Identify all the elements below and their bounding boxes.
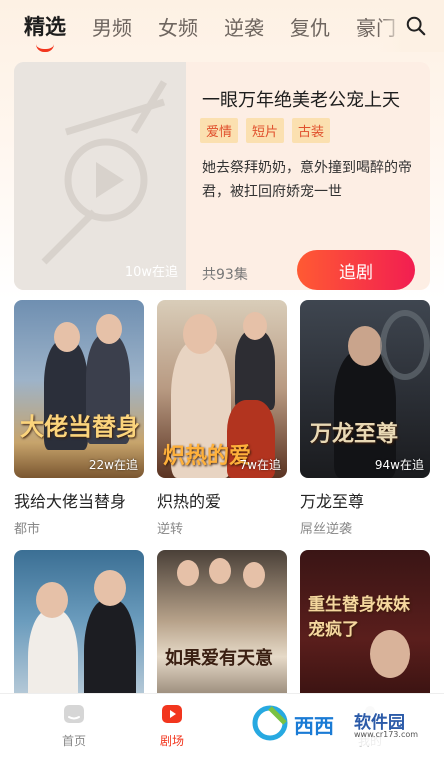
search-icon[interactable] <box>405 15 427 37</box>
genre-tags: 爱情 短片 古装 <box>200 118 338 143</box>
poster-figure <box>348 326 382 366</box>
tab-comeback[interactable]: 逆袭 <box>224 12 264 41</box>
nav-theater[interactable]: 剧场 <box>132 702 212 749</box>
poster-figure <box>177 560 199 586</box>
drama-poster[interactable]: 万龙至尊 94w在追 <box>300 300 430 478</box>
tab-featured[interactable]: 精选 <box>24 11 66 52</box>
tab-label: 逆袭 <box>224 15 264 40</box>
poster-title-art: 重生替身妹妹 宠疯了 <box>308 595 410 640</box>
poster-title-art: 大佬当替身 <box>20 413 140 441</box>
genre-tag: 爱情 <box>200 118 239 143</box>
site-watermark: 西西 软件园 www.cr173.com <box>246 700 426 746</box>
drama-category: 逆转 <box>157 522 184 537</box>
home-icon <box>64 705 84 723</box>
poster-title-art: 炽热的爱 <box>163 444 252 469</box>
drama-card[interactable]: 万龙至尊 94w在追 万龙至尊 屌丝逆袭 <box>300 300 430 537</box>
drama-card[interactable]: 炽热的爱 7w在追 炽热的爱 逆转 <box>157 300 287 537</box>
search-area <box>378 0 444 52</box>
poster-figure <box>36 582 68 618</box>
drama-card[interactable]: 大佬当替身 22w在追 我给大佬当替身 都市 <box>14 300 144 537</box>
poster-figure <box>54 322 80 352</box>
tab-label: 女频 <box>158 15 198 40</box>
poster-figure <box>209 558 231 584</box>
watermark-brand: 西西 <box>294 714 334 738</box>
drama-title: 炽热的爱 <box>157 492 222 511</box>
tab-male[interactable]: 男频 <box>92 12 132 41</box>
poster-title-art: 如果爱有天意 <box>165 648 273 669</box>
theater-icon <box>162 705 182 723</box>
dragon-art-icon <box>380 310 430 380</box>
poster-figure <box>183 314 217 354</box>
featured-title: 一眼万年绝美老公宠上天 <box>202 90 400 111</box>
watermark-url: www.cr173.com <box>354 730 419 739</box>
poster-title-art: 万龙至尊 <box>310 422 399 447</box>
drama-title: 万龙至尊 <box>300 492 365 511</box>
placeholder-logo-icon <box>14 62 186 290</box>
drama-category: 屌丝逆袭 <box>300 522 353 537</box>
poster-figure <box>243 312 267 340</box>
tab-label: 男频 <box>92 15 132 40</box>
follow-drama-button[interactable]: 追剧 <box>297 250 415 290</box>
poster-figure <box>94 570 126 606</box>
nav-label: 首页 <box>61 734 86 748</box>
tab-active-indicator <box>36 44 54 52</box>
featured-cover-placeholder[interactable]: 10w在追 <box>14 62 186 290</box>
drama-poster[interactable]: 大佬当替身 22w在追 <box>14 300 144 478</box>
tab-label: 复仇 <box>290 15 330 40</box>
poster-figure <box>243 562 265 588</box>
watch-count: 10w在追 <box>124 265 178 280</box>
nav-home[interactable]: 首页 <box>34 702 114 749</box>
tab-label: 精选 <box>24 15 66 39</box>
watermark-logo-icon <box>252 705 288 741</box>
drama-title: 我给大佬当替身 <box>14 492 127 511</box>
tab-female[interactable]: 女频 <box>158 12 198 41</box>
drama-poster[interactable]: 炽热的爱 7w在追 <box>157 300 287 478</box>
tab-revenge[interactable]: 复仇 <box>290 12 330 41</box>
genre-tag: 古装 <box>292 118 331 143</box>
featured-description: 她去祭拜奶奶，意外撞到喝醉的帝君，被扛回府娇宠一世 <box>202 160 412 200</box>
poster-figure <box>235 330 275 410</box>
genre-tag: 短片 <box>246 118 285 143</box>
watch-count: 7w在追 <box>239 458 281 472</box>
nav-label: 剧场 <box>159 734 184 748</box>
watch-count: 22w在追 <box>88 458 138 472</box>
poster-figure <box>96 314 122 344</box>
episode-count: 共93集 <box>202 267 248 283</box>
drama-category: 都市 <box>14 522 41 537</box>
featured-drama-card[interactable]: 10w在追 一眼万年绝美老公宠上天 爱情 短片 古装 她去祭拜奶奶，意外撞到喝醉… <box>14 62 430 290</box>
watch-count: 94w在追 <box>374 458 424 472</box>
